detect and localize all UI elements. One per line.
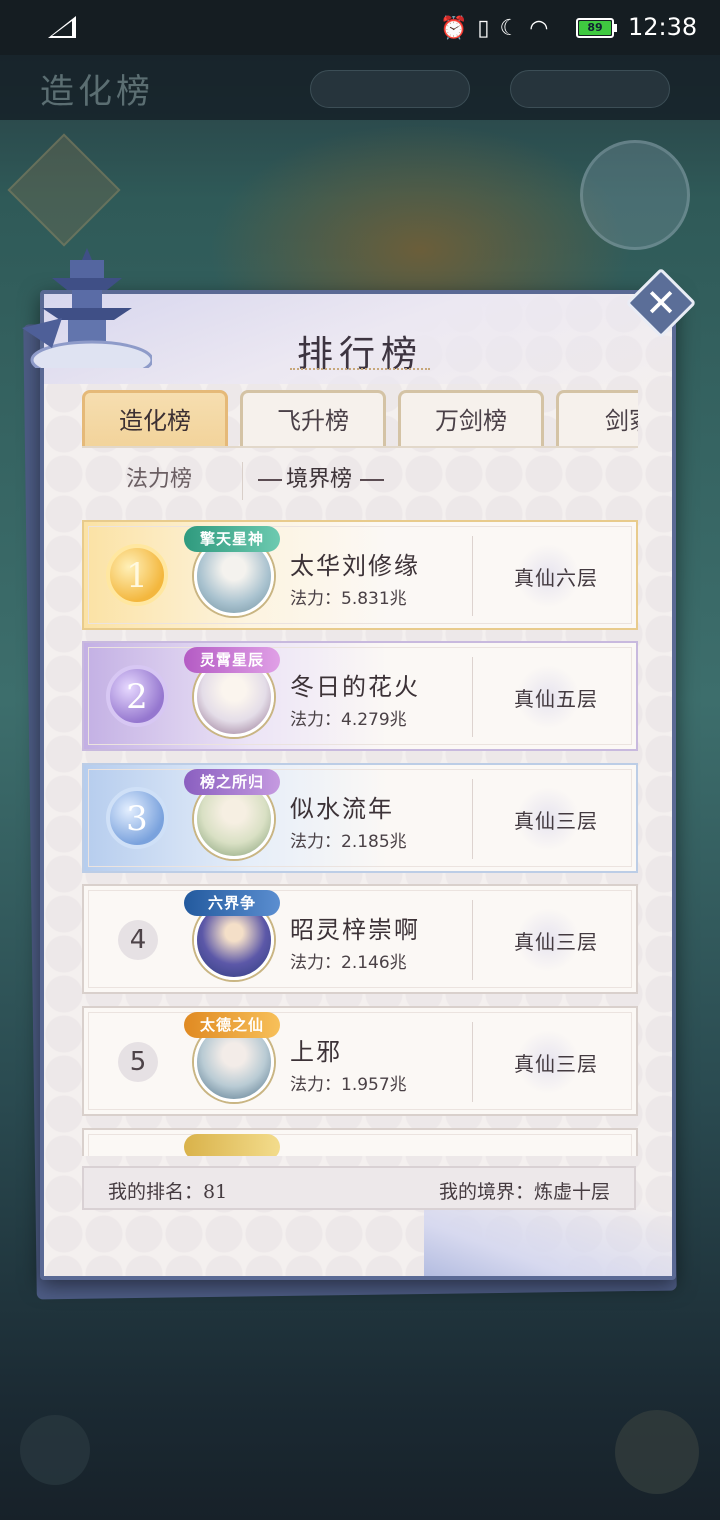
rank-medal-blue: 3 xyxy=(106,787,168,849)
player-power: 法力：2.146兆 xyxy=(290,948,407,973)
power-label: 法力： xyxy=(290,1075,341,1095)
row-border xyxy=(88,1134,632,1156)
player-realm: 真仙五层 xyxy=(514,687,598,711)
row-separator xyxy=(472,779,473,859)
title-ornament xyxy=(290,368,430,372)
wifi-icon: ◠ xyxy=(529,15,549,41)
subtab-active-decoration-left xyxy=(258,479,282,481)
title-badge: 擎天星神 xyxy=(184,526,280,552)
battery-tip xyxy=(614,24,617,32)
rank-medal-purple: 2 xyxy=(106,665,168,727)
ranking-list: 1 擎天星神 太华刘修缘 法力：5.831兆 真仙六层 2 灵霄星辰 冬日的花火… xyxy=(82,520,638,1156)
background-currency-pill xyxy=(510,70,670,108)
ranking-row[interactable]: 1 擎天星神 太华刘修缘 法力：5.831兆 真仙六层 xyxy=(82,520,638,630)
ranking-row[interactable]: 5 太德之仙 上邪 法力：1.957兆 真仙三层 xyxy=(82,1006,638,1116)
rank-number: 5 xyxy=(118,1042,158,1082)
player-realm: 真仙三层 xyxy=(514,930,598,954)
player-name: 冬日的花火 xyxy=(290,673,420,701)
tab-zaohua[interactable]: 造化榜 xyxy=(82,390,228,448)
status-icons: ⏰ ▯ ☾ ◠ xyxy=(440,13,548,43)
player-name: 上邪 xyxy=(290,1038,342,1066)
power-value: 2.185兆 xyxy=(341,832,407,852)
my-ranking-footer: 我的排名：81 我的境界：炼虚十层 xyxy=(82,1166,636,1210)
player-name: 似水流年 xyxy=(290,795,394,823)
close-icon[interactable]: ✕ xyxy=(636,278,686,328)
ranking-row[interactable]: 3 榜之所归 似水流年 法力：2.185兆 真仙三层 xyxy=(82,763,638,873)
vibrate-icon: ▯ xyxy=(477,15,490,41)
tab-divider xyxy=(82,446,638,448)
background-back-button xyxy=(20,1415,90,1485)
power-value: 1.957兆 xyxy=(341,1075,407,1095)
signal-icon-inner xyxy=(52,21,72,36)
background-menu-button xyxy=(615,1410,699,1494)
moon-icon: ☾ xyxy=(499,15,520,41)
tab-jianzhong[interactable]: 剑冢 xyxy=(556,390,638,448)
ranking-row[interactable]: 2 灵霄星辰 冬日的花火 法力：4.279兆 真仙五层 xyxy=(82,641,638,751)
subtab-separator xyxy=(242,462,243,500)
rank-number: 4 xyxy=(118,920,158,960)
my-rank: 我的排名：81 xyxy=(108,1181,228,1203)
tab-wanjian[interactable]: 万剑榜 xyxy=(398,390,544,448)
background-orb-icon xyxy=(580,140,690,250)
power-value: 5.831兆 xyxy=(341,589,407,609)
row-separator xyxy=(472,1022,473,1102)
title-badge: 榜之所归 xyxy=(184,769,280,795)
rank-medal-gold: 1 xyxy=(106,544,168,606)
my-realm: 我的境界：炼虚十层 xyxy=(438,1181,610,1203)
subtab-realm[interactable]: 境界榜 xyxy=(286,462,352,498)
player-name: 太华刘修缘 xyxy=(290,552,420,580)
leaderboard-tabs: 造化榜 飞升榜 万剑榜 剑冢 xyxy=(82,390,638,448)
row-separator xyxy=(472,657,473,737)
power-label: 法力： xyxy=(290,710,341,730)
player-realm: 真仙六层 xyxy=(514,566,598,590)
player-realm: 真仙三层 xyxy=(514,809,598,833)
power-value: 4.279兆 xyxy=(341,710,407,730)
subtab-active-decoration-right xyxy=(360,479,384,481)
ranking-row-partial[interactable] xyxy=(82,1128,638,1156)
title-badge: 六界争 xyxy=(184,890,280,916)
title-badge-partial xyxy=(184,1134,280,1156)
player-power: 法力：1.957兆 xyxy=(290,1070,407,1095)
row-separator xyxy=(472,900,473,980)
background-title: 造化榜 xyxy=(40,72,154,112)
player-name: 昭灵梓崇啊 xyxy=(290,916,420,944)
battery-icon: 89 xyxy=(576,18,614,38)
status-time: 12:38 xyxy=(628,13,698,41)
ranking-row[interactable]: 4 六界争 昭灵梓崇啊 法力：2.146兆 真仙三层 xyxy=(82,884,638,994)
power-label: 法力： xyxy=(290,589,341,609)
player-power: 法力：4.279兆 xyxy=(290,705,407,730)
alarm-icon: ⏰ xyxy=(440,15,468,41)
player-power: 法力：2.185兆 xyxy=(290,827,407,852)
power-label: 法力： xyxy=(290,953,341,973)
subtab-power[interactable]: 法力榜 xyxy=(126,462,192,498)
title-badge: 太德之仙 xyxy=(184,1012,280,1038)
player-power: 法力：5.831兆 xyxy=(290,584,407,609)
battery-level: 89 xyxy=(579,21,611,35)
background-currency-pill xyxy=(310,70,470,108)
tab-feisheng[interactable]: 飞升榜 xyxy=(240,390,386,448)
power-label: 法力： xyxy=(290,832,341,852)
title-badge: 灵霄星辰 xyxy=(184,647,280,673)
row-separator xyxy=(472,536,473,616)
player-realm: 真仙三层 xyxy=(514,1052,598,1076)
status-bar: ⏰ ▯ ☾ ◠ 89 12:38 xyxy=(0,0,720,55)
power-value: 2.146兆 xyxy=(341,953,407,973)
